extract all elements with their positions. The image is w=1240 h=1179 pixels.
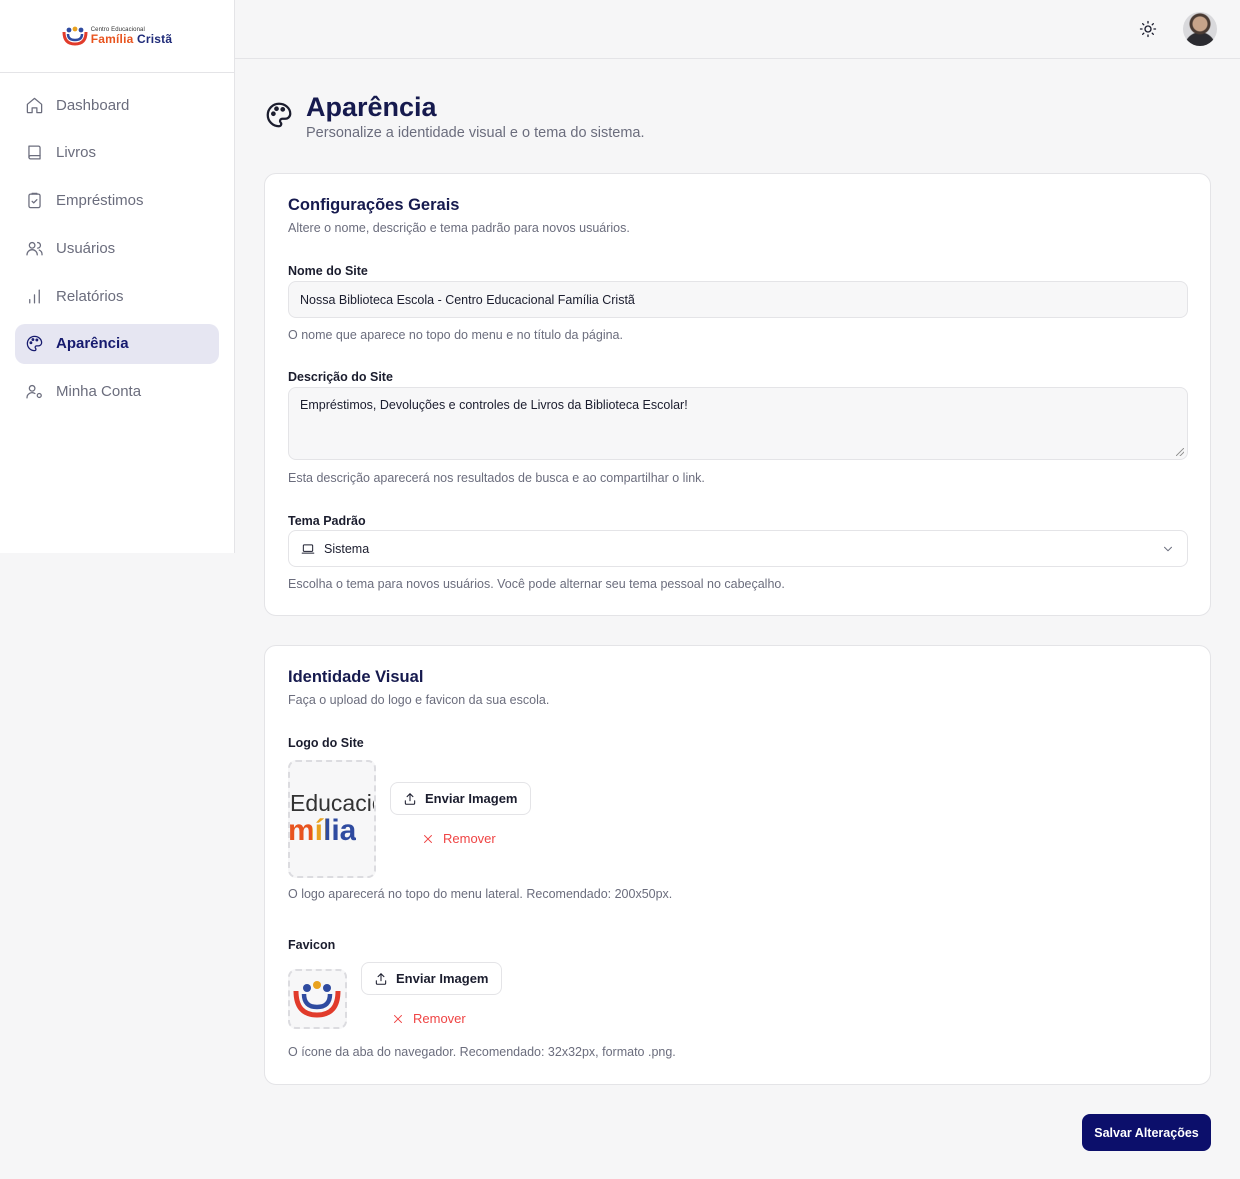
page-title: Aparência	[306, 92, 437, 122]
logo-preview: Educacio mília	[288, 760, 376, 878]
sidebar-logo[interactable]: Centro Educacional Família Cristã	[0, 0, 234, 73]
sidebar-item-label: Relatórios	[56, 287, 124, 305]
home-icon	[26, 97, 43, 113]
palette-icon	[26, 336, 43, 352]
theme-label: Tema Padrão	[288, 514, 366, 528]
favicon-label: Favicon	[288, 938, 336, 952]
logo-upload-button[interactable]: Enviar Imagem	[390, 782, 531, 815]
sidebar-item-relatorios[interactable]: Relatórios	[15, 276, 219, 316]
sidebar-item-label: Empréstimos	[56, 192, 144, 210]
brand-mark-icon	[62, 26, 88, 46]
sidebar-item-emprestimos[interactable]: Empréstimos	[15, 181, 219, 221]
clipboard-check-icon	[28, 192, 41, 209]
favicon-upload-button[interactable]: Enviar Imagem	[361, 962, 502, 995]
sun-icon	[1139, 20, 1157, 38]
save-button[interactable]: Salvar Alterações	[1082, 1114, 1211, 1151]
logo-preview-text-1: Educacio	[290, 790, 376, 816]
page-subtitle: Personalize a identidade visual e o tema…	[306, 125, 645, 141]
sidebar-item-dashboard[interactable]: Dashboard	[15, 85, 219, 125]
upload-label: Enviar Imagem	[396, 971, 489, 986]
sidebar-item-label: Aparência	[56, 335, 129, 353]
favicon-help: O ícone da aba do navegador. Recomendado…	[288, 1045, 676, 1059]
palette-icon	[266, 102, 292, 128]
visual-identity-card: Identidade Visual Faça o upload do logo …	[264, 645, 1211, 1085]
resize-handle[interactable]	[1176, 448, 1184, 456]
theme-toggle-button[interactable]	[1137, 18, 1159, 40]
brand-name: Família Cristã	[91, 33, 173, 45]
sidebar: Centro Educacional Família Cristã Dashbo…	[0, 0, 235, 553]
close-icon	[424, 834, 432, 843]
close-icon	[394, 1014, 402, 1023]
sidebar-item-label: Livros	[56, 144, 97, 162]
bar-chart-icon	[29, 289, 40, 304]
sidebar-nav: Dashboard Livros Empréstimos Usuários Re…	[0, 73, 234, 432]
user-cog-icon	[26, 385, 42, 399]
site-name-help: O nome que aparece no topo do menu e no …	[288, 328, 623, 342]
upload-label: Enviar Imagem	[425, 791, 518, 806]
laptop-icon	[301, 543, 315, 554]
users-icon	[26, 241, 43, 256]
card-description: Altere o nome, descrição e tema padrão p…	[288, 221, 630, 235]
avatar[interactable]	[1183, 12, 1217, 46]
theme-select-value: Sistema	[324, 541, 370, 556]
theme-select[interactable]: Sistema	[288, 530, 1188, 567]
sidebar-item-label: Usuários	[56, 239, 116, 257]
logo-remove-button[interactable]: Remover	[422, 831, 496, 846]
remove-label: Remover	[413, 1011, 466, 1026]
site-description-textarea[interactable]: Empréstimos, Devoluções e controles de L…	[288, 387, 1188, 460]
card-description: Faça o upload do logo e favicon da sua e…	[288, 693, 550, 707]
card-title: Configurações Gerais	[288, 196, 460, 214]
book-icon	[28, 145, 41, 160]
theme-help: Escolha o tema para novos usuários. Você…	[288, 577, 785, 591]
site-name-label: Nome do Site	[288, 264, 368, 278]
sidebar-item-minha-conta[interactable]: Minha Conta	[15, 372, 219, 412]
sidebar-item-label: Minha Conta	[56, 383, 142, 401]
favicon-image-icon	[293, 981, 341, 1018]
topbar	[235, 0, 1240, 59]
remove-label: Remover	[443, 831, 496, 846]
site-description-value: Empréstimos, Devoluções e controles de L…	[300, 398, 688, 412]
card-title: Identidade Visual	[288, 668, 424, 686]
sidebar-item-label: Dashboard	[56, 96, 130, 114]
chevron-down-icon	[1164, 546, 1172, 552]
logo-preview-text-2: mília	[288, 814, 357, 847]
brand-name-part1: Família	[90, 32, 134, 46]
general-settings-card: Configurações Gerais Altere o nome, desc…	[264, 173, 1211, 616]
site-description-label: Descrição do Site	[288, 370, 393, 384]
sidebar-item-aparencia[interactable]: Aparência	[15, 323, 219, 364]
site-name-input[interactable]: Nossa Biblioteca Escola - Centro Educaci…	[288, 281, 1188, 318]
upload-icon	[375, 972, 387, 985]
sidebar-item-livros[interactable]: Livros	[15, 133, 219, 173]
logo-help: O logo aparecerá no topo do menu lateral…	[288, 887, 673, 901]
logo-label: Logo do Site	[288, 736, 364, 750]
page-header: Aparência Personalize a identidade visua…	[264, 90, 645, 141]
favicon-remove-button[interactable]: Remover	[392, 1011, 466, 1026]
upload-icon	[404, 792, 416, 805]
brand-logo: Centro Educacional Família Cristã	[62, 26, 173, 46]
brand-name-part2: Cristã	[137, 32, 173, 46]
site-description-help: Esta descrição aparecerá nos resultados …	[288, 471, 705, 485]
sidebar-item-usuarios[interactable]: Usuários	[15, 228, 219, 268]
favicon-preview	[288, 969, 347, 1029]
